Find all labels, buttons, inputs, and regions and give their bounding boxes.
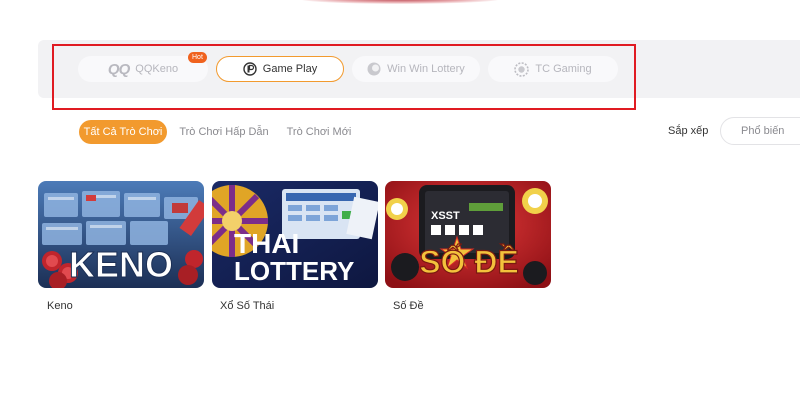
top-banner-strip (0, 0, 800, 8)
thai-banner-line2: LOTTERY (234, 256, 354, 286)
sort-select[interactable]: Phổ biến (720, 117, 800, 145)
keno-banner-text: KENO (69, 244, 173, 285)
tab-new-games[interactable]: Trò Chơi Mới (282, 120, 356, 144)
tab-attractive-games[interactable]: Trò Chơi Hấp Dẫn (176, 120, 272, 144)
tab-all-games[interactable]: Tất Cả Trò Chơi (79, 120, 167, 144)
game-card-so-de[interactable]: XSST SỐ ĐỀ (385, 181, 551, 288)
so-de-banner-text: SỐ ĐỀ (419, 244, 519, 280)
thai-banner-line1: THAI (234, 228, 299, 259)
game-title-thai-lottery[interactable]: Xổ Số Thái (220, 300, 274, 312)
so-de-screen-text: XSST (431, 210, 460, 222)
game-title-keno[interactable]: Keno (47, 300, 73, 312)
thai-lottery-thumbnail: THAI LOTTERY (212, 181, 378, 288)
keno-thumbnail: KENO (38, 181, 204, 288)
game-title-so-de[interactable]: Số Đề (393, 300, 424, 312)
game-card-keno[interactable]: KENO (38, 181, 204, 288)
banner-glow (300, 0, 500, 4)
game-card-thai-lottery[interactable]: THAI LOTTERY (212, 181, 378, 288)
sort-label: Sắp xếp (668, 125, 709, 137)
highlight-box (52, 44, 636, 110)
so-de-thumbnail: XSST SỐ ĐỀ (385, 181, 551, 288)
